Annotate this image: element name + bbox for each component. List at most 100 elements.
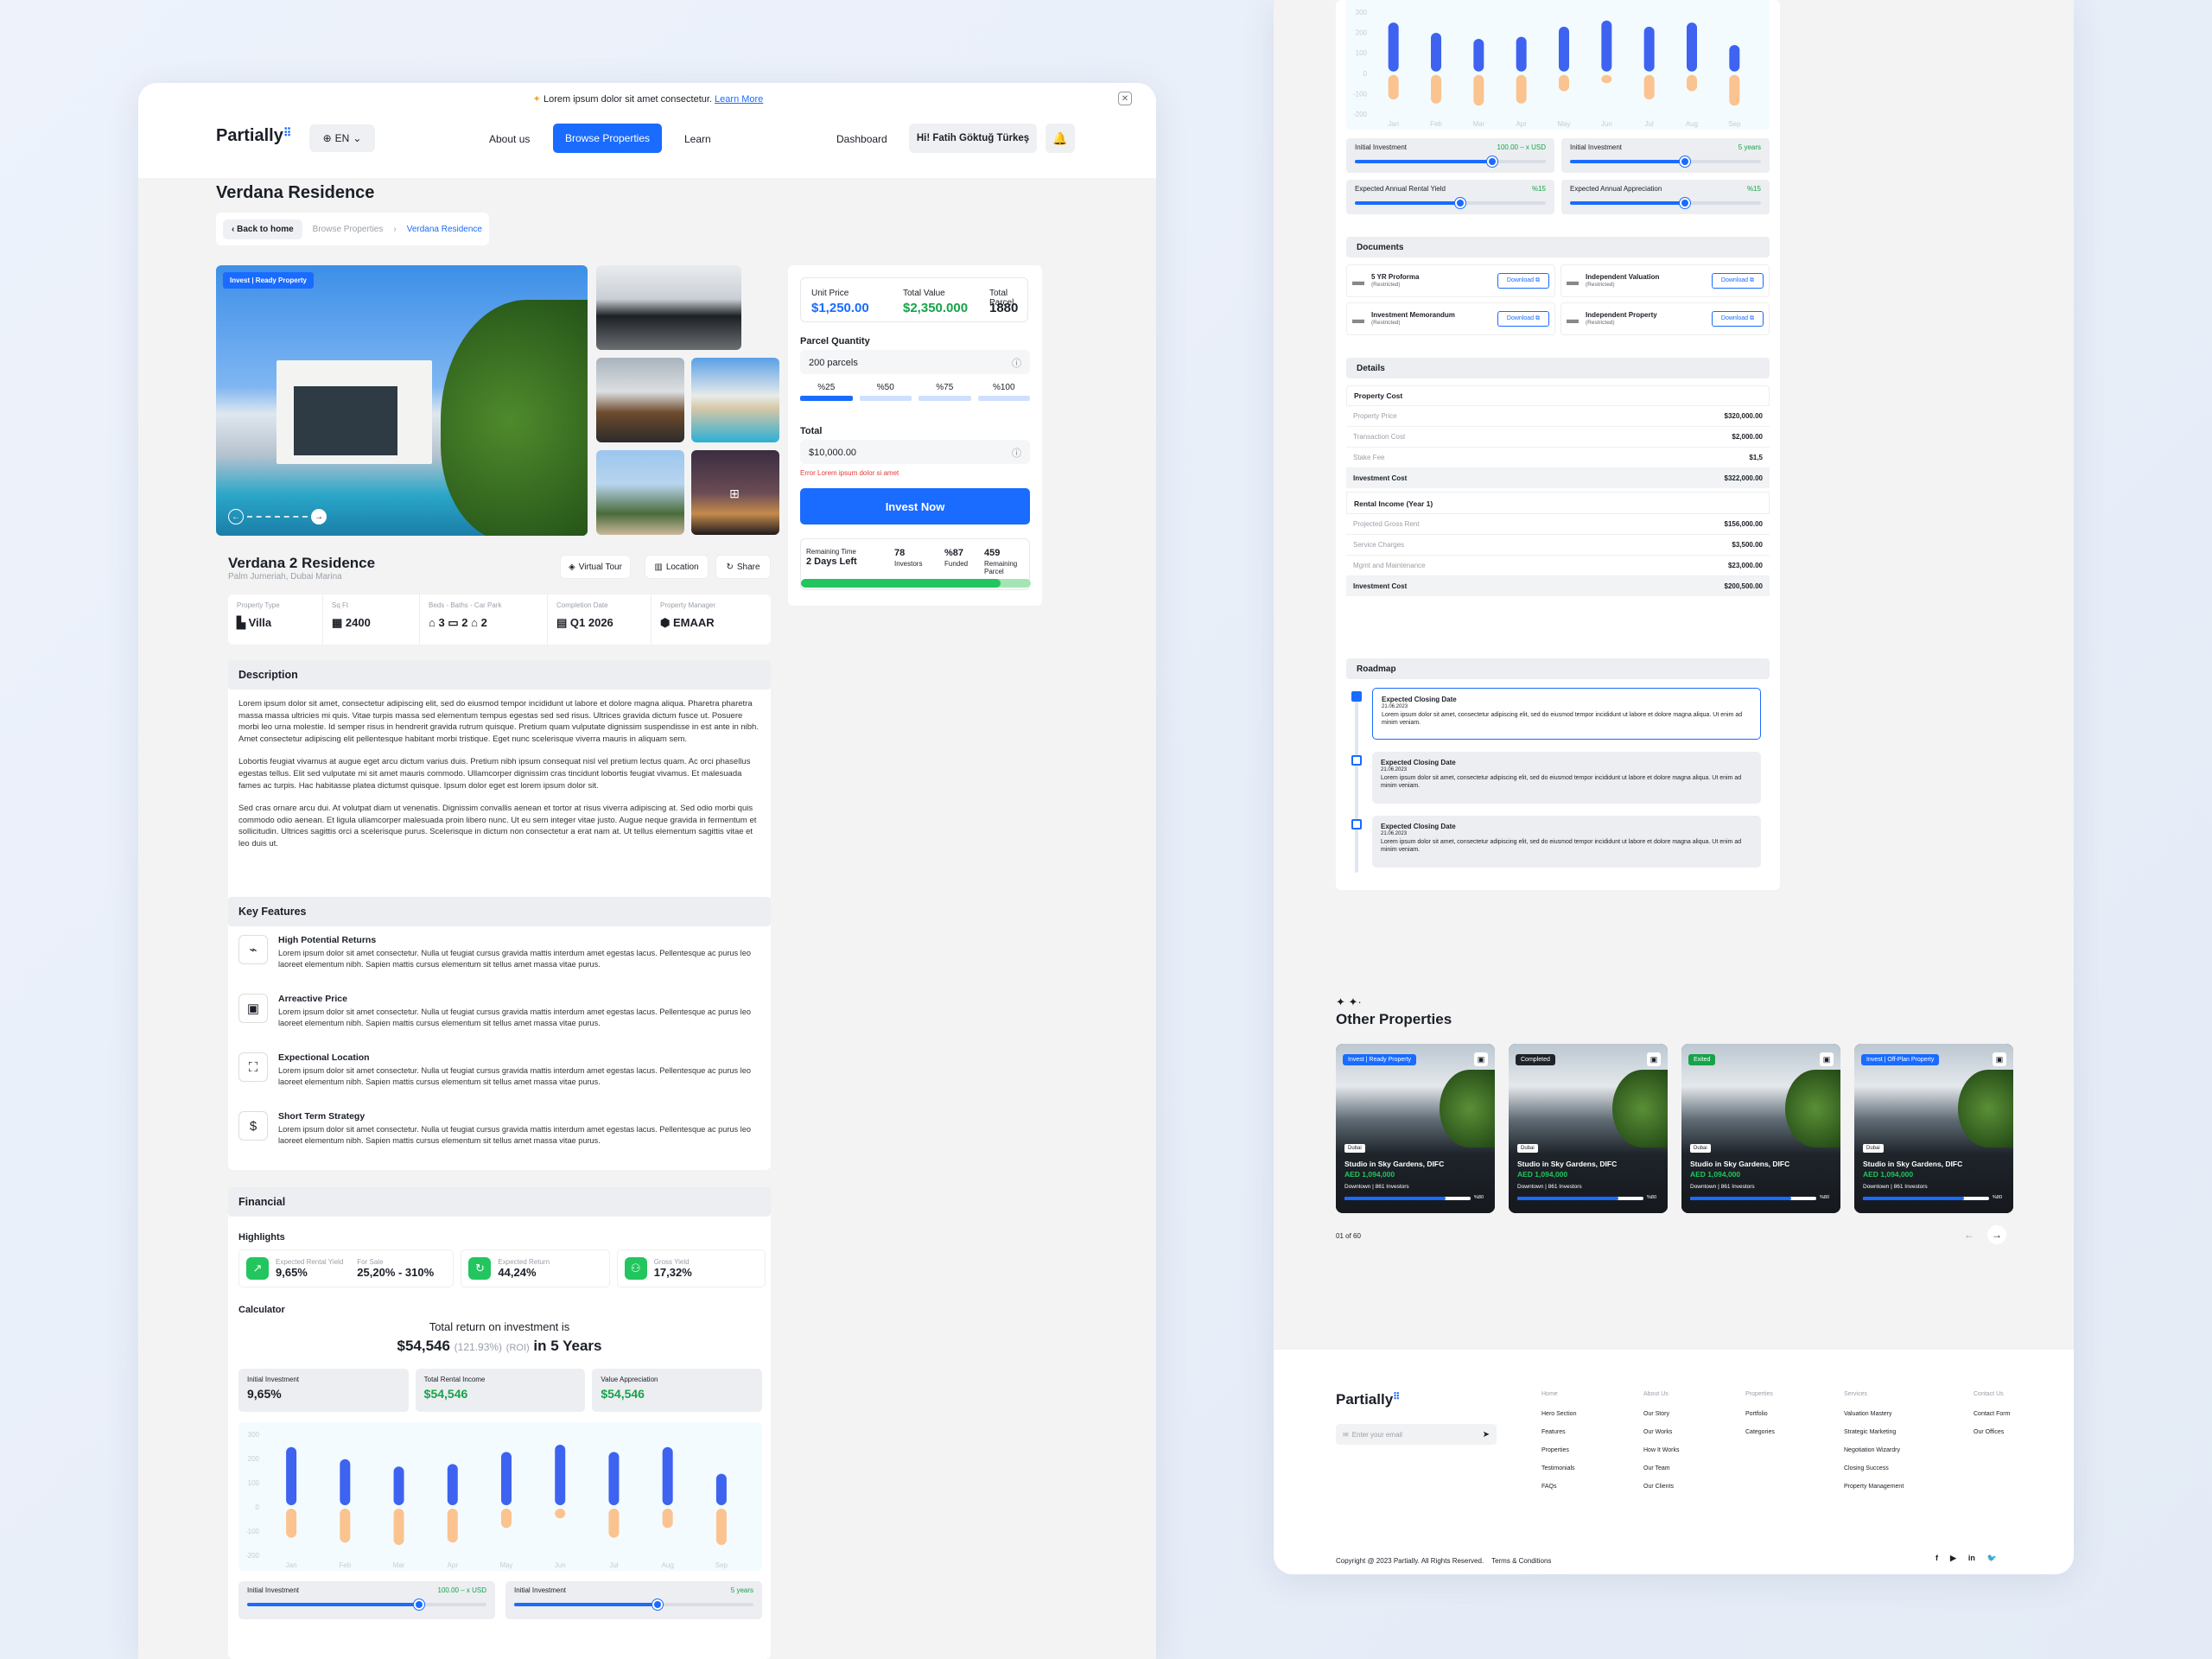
nav-dashboard[interactable]: Dashboard (836, 133, 887, 145)
investors-count: 78 (894, 548, 906, 558)
prev-arrow-icon[interactable]: ← (1960, 1225, 1979, 1244)
gallery-expand-icon[interactable]: ⊞ (726, 485, 743, 502)
bookmark-icon[interactable]: ▣ (1820, 1052, 1834, 1066)
slider-knob[interactable] (414, 1599, 425, 1610)
thumbnail-4[interactable] (596, 450, 684, 535)
footer-link[interactable]: Strategic Marketing (1844, 1429, 1974, 1435)
footer-link[interactable]: Features (1541, 1429, 1643, 1435)
invest-now-button[interactable]: Invest Now (800, 488, 1030, 524)
footer-link[interactable]: Portfolio (1745, 1411, 1844, 1417)
roi-tag: (ROI) (505, 1343, 530, 1353)
roadmap-item[interactable]: Expected Closing Date 21.06.2023 Lorem ips… (1346, 816, 1770, 880)
footer-link[interactable]: Contact Form (1974, 1411, 2025, 1417)
footer-link[interactable]: Hero Section (1541, 1411, 1643, 1417)
virtual-tour-button[interactable]: ◈ Virtual Tour (560, 555, 631, 579)
facebook-icon[interactable]: f (1936, 1554, 1938, 1563)
thumbnail-2[interactable] (596, 358, 684, 442)
thumbnail-3[interactable] (691, 358, 779, 442)
back-to-home-button[interactable]: ‹ Back to home (223, 219, 302, 239)
twitter-icon[interactable]: 🐦 (1987, 1554, 1997, 1563)
download-button[interactable]: Download ⧉ (1497, 273, 1549, 289)
footer-link[interactable]: How It Works (1643, 1447, 1745, 1453)
preset-50[interactable]: %50 (859, 383, 912, 401)
slider-knob[interactable] (652, 1599, 664, 1610)
bookmark-icon[interactable]: ▣ (1474, 1052, 1488, 1066)
nav-about[interactable]: About us (489, 133, 530, 145)
footer-link[interactable]: Valuation Mastery (1844, 1411, 1974, 1417)
footer-link[interactable]: Testimonials (1541, 1465, 1643, 1471)
footer-link[interactable]: FAQs (1541, 1484, 1643, 1490)
property-card[interactable]: Exited ▣ Dubai Studio in Sky Gardens, DIFC A… (1681, 1044, 1840, 1213)
footer-link[interactable]: Our Clients (1643, 1484, 1745, 1490)
appreciation-slider[interactable]: Expected Annual Appreciation %15 (1561, 180, 1770, 214)
property-card[interactable]: Invest | Ready Property ▣ Dubai Studio in S… (1336, 1044, 1495, 1213)
brand-logo[interactable]: Partially⠿ (216, 126, 291, 146)
download-button[interactable]: Download ⧉ (1497, 311, 1549, 327)
refresh-icon: ↻ (468, 1257, 492, 1280)
terms-link[interactable]: Terms & Conditions (1491, 1557, 1551, 1565)
next-arrow-icon[interactable]: → (1987, 1225, 2006, 1244)
user-menu[interactable]: Hi! Fatih Göktuğ Türkeş (909, 124, 1037, 153)
slider-track[interactable] (247, 1599, 486, 1610)
preset-100[interactable]: %100 (977, 383, 1030, 401)
slider-track[interactable] (1355, 156, 1546, 167)
download-button[interactable]: Download ⧉ (1711, 311, 1764, 327)
prev-image-icon[interactable]: ← (228, 509, 244, 524)
slider-track[interactable] (1570, 156, 1761, 167)
property-card[interactable]: Completed ▣ Dubai Studio in Sky Gardens, DI… (1509, 1044, 1668, 1213)
bookmark-icon[interactable]: ▣ (1647, 1052, 1661, 1066)
parcel-quantity-input[interactable]: 200 parcels ⓘ (800, 350, 1030, 374)
x-tick-label: Sep (715, 1561, 728, 1569)
y-tick-label: -200 (245, 1552, 260, 1560)
investment-years-slider[interactable]: Initial Investment 5 years (505, 1581, 762, 1619)
roadmap-item[interactable]: Expected Closing Date 21.06.2023 Lorem ips… (1346, 752, 1770, 816)
preset-75[interactable]: %75 (918, 383, 971, 401)
next-image-icon[interactable]: → (311, 509, 327, 524)
footer-link[interactable]: Our Story (1643, 1411, 1745, 1417)
learn-more-link[interactable]: Learn More (715, 94, 763, 105)
share-button[interactable]: ↻ Share (715, 555, 771, 579)
slider-knob[interactable] (1454, 198, 1465, 208)
slider-knob[interactable] (1679, 156, 1690, 167)
thumbnail-5[interactable]: ⊞ (691, 450, 779, 535)
footer-link[interactable]: Our Works (1643, 1429, 1745, 1435)
breadcrumb-parent[interactable]: Browse Properties (313, 225, 384, 234)
location-button[interactable]: ▥ Location (645, 555, 709, 579)
roadmap-item[interactable]: Expected Closing Date 21.06.2023 Lorem ips… (1346, 688, 1770, 752)
total-input[interactable]: $10,000.00 ⓘ (800, 440, 1030, 464)
close-icon[interactable]: ✕ (1118, 92, 1132, 105)
footer-link[interactable]: Our Offices (1974, 1429, 2025, 1435)
footer-link[interactable]: Closing Success (1844, 1465, 1974, 1471)
preset-25[interactable]: %25 (800, 383, 853, 401)
nav-browse-properties[interactable]: Browse Properties (553, 124, 662, 153)
slider-track[interactable] (514, 1599, 753, 1610)
footer-link[interactable]: Our Team (1643, 1465, 1745, 1471)
youtube-icon[interactable]: ▶ (1950, 1554, 1956, 1563)
download-button[interactable]: Download ⧉ (1711, 273, 1764, 289)
footer-link[interactable]: Properties (1541, 1447, 1643, 1453)
linkedin-icon[interactable]: in (1968, 1554, 1975, 1563)
initial-investment-slider[interactable]: Initial Investment 100.00 – x USD (1346, 138, 1554, 173)
language-selector[interactable]: ⊕ EN ⌄ (309, 124, 375, 152)
bell-icon[interactable]: 🔔 (1046, 124, 1075, 153)
roi-heading: Total return on investment is (429, 1320, 570, 1333)
nav-learn[interactable]: Learn (684, 133, 711, 145)
hero-image[interactable]: Invest | Ready Property ← → (216, 265, 588, 536)
roadmap-card: Expected Closing Date 21.06.2023 Lorem ips… (1372, 816, 1761, 868)
footer-link[interactable]: Negotiation Wizardry (1844, 1447, 1974, 1453)
footer-link[interactable]: Categories (1745, 1429, 1844, 1435)
footer-logo[interactable]: Partially⠿ (1336, 1391, 1400, 1408)
property-card[interactable]: Invest | Off-Plan Property ▣ Dubai Studio i… (1854, 1044, 2013, 1213)
slider-knob[interactable] (1487, 156, 1498, 167)
newsletter-input[interactable]: ✉ Enter your email ➤ (1336, 1424, 1497, 1445)
slider-track[interactable] (1355, 198, 1546, 208)
initial-investment-slider[interactable]: Initial Investment 100.00 – x USD (238, 1581, 495, 1619)
slider-knob[interactable] (1679, 198, 1690, 208)
send-icon[interactable]: ➤ (1483, 1430, 1490, 1440)
investment-years-slider[interactable]: Initial Investment 5 years (1561, 138, 1770, 173)
footer-link[interactable]: Property Management (1844, 1484, 1974, 1490)
thumbnail-1[interactable] (596, 265, 741, 350)
bookmark-icon[interactable]: ▣ (1993, 1052, 2006, 1066)
slider-track[interactable] (1570, 198, 1761, 208)
rental-yield-slider[interactable]: Expected Annual Rental Yield %15 (1346, 180, 1554, 214)
